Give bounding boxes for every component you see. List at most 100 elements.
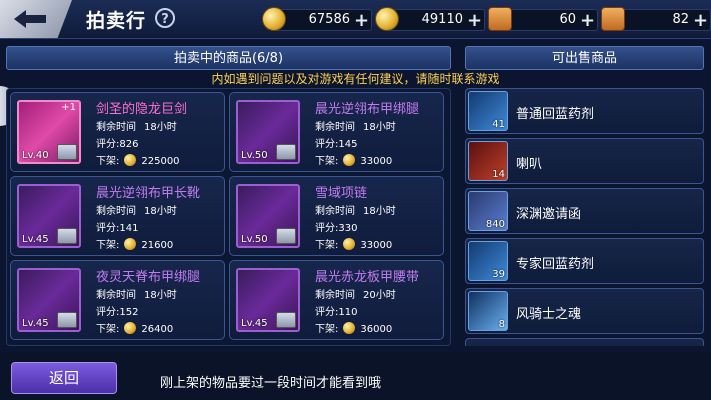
sellable-item[interactable]: 840 深渊邀请函 bbox=[465, 188, 704, 234]
score-value: 330 bbox=[338, 223, 358, 234]
score-label: 评分: bbox=[315, 139, 339, 150]
time-value: 18小时 bbox=[363, 206, 396, 217]
add-scroll-button[interactable]: + bbox=[580, 10, 595, 31]
score-label: 评分: bbox=[96, 139, 120, 150]
item-price-row: 下架: 21600 bbox=[96, 236, 173, 251]
sellable-item[interactable]: 39 专家回蓝药剂 bbox=[465, 238, 704, 284]
item-name: 晨光赤龙板甲腰带 bbox=[315, 270, 420, 285]
item-level: Lv.45 bbox=[22, 318, 49, 329]
item-name: 剑圣的隐龙巨剑 bbox=[96, 102, 188, 117]
item-time-row: 剩余时间 18小时 bbox=[96, 118, 177, 133]
time-label: 剩余时间 bbox=[96, 122, 136, 133]
add-locked-scroll-button[interactable]: + bbox=[693, 10, 708, 31]
item-time-row: 剩余时间 18小时 bbox=[96, 286, 177, 301]
sellable-item-name: 喇叭 bbox=[516, 157, 543, 172]
item-score-row: 评分:826 bbox=[96, 135, 138, 150]
item-thumbnail: +1 Lv.40 bbox=[17, 100, 81, 164]
item-score-row: 评分:145 bbox=[315, 135, 357, 150]
price-label: 下架: bbox=[96, 156, 120, 167]
sellable-item-name: 普通回蓝药剂 bbox=[516, 107, 595, 122]
price-value: 36000 bbox=[360, 324, 393, 335]
time-value: 20小时 bbox=[363, 290, 396, 301]
sellable-item-icon: 41 bbox=[468, 91, 508, 131]
auction-item-card[interactable]: +1 Lv.40 剑圣的隐龙巨剑 剩余时间 18小时 评分:826 下架: 225000 bbox=[10, 92, 225, 172]
sellable-panel-title: 可出售商品 bbox=[465, 46, 704, 70]
score-value: 145 bbox=[338, 139, 358, 150]
item-level: Lv.45 bbox=[241, 318, 268, 329]
item-time-row: 剩余时间 20小时 bbox=[315, 286, 396, 301]
scroll-ticket-icon bbox=[488, 7, 512, 31]
gold-coin-stack-icon bbox=[375, 7, 399, 31]
item-thumbnail: Lv.45 bbox=[236, 268, 300, 332]
currency-value: 82 bbox=[672, 12, 689, 27]
page-title: 拍卖行 bbox=[86, 10, 147, 32]
item-name: 晨光逆翎布甲长靴 bbox=[96, 186, 201, 201]
currency-value: 67586 bbox=[308, 12, 350, 27]
time-value: 18小时 bbox=[363, 122, 396, 133]
time-label: 剩余时间 bbox=[96, 290, 136, 301]
item-price-row: 下架: 225000 bbox=[96, 152, 180, 167]
item-count: 41 bbox=[492, 119, 505, 130]
back-arrow-button[interactable] bbox=[0, 0, 72, 38]
chest-icon bbox=[57, 312, 77, 328]
time-value: 18小时 bbox=[144, 206, 177, 217]
sellable-item-icon: 14 bbox=[468, 141, 508, 181]
sellable-item-partial[interactable] bbox=[465, 338, 704, 346]
auction-item-card[interactable]: Lv.50 雪域项链 剩余时间 18小时 评分:330 下架: 33000 bbox=[229, 176, 444, 256]
sellable-item[interactable]: 14 喇叭 bbox=[465, 138, 704, 184]
back-arrow-icon bbox=[14, 10, 46, 28]
chest-icon bbox=[276, 312, 296, 328]
locked-scroll-icon bbox=[601, 7, 625, 31]
item-enhance-level: +1 bbox=[61, 102, 76, 113]
time-value: 18小时 bbox=[144, 290, 177, 301]
item-thumbnail: Lv.45 bbox=[17, 184, 81, 248]
auction-item-card[interactable]: Lv.45 夜灵天脊布甲绑腿 剩余时间 18小时 评分:152 下架: 26400 bbox=[10, 260, 225, 340]
gold-coin-icon bbox=[124, 238, 137, 250]
gold-coin-icon bbox=[343, 322, 356, 334]
price-value: 33000 bbox=[360, 156, 393, 167]
auction-item-card[interactable]: Lv.45 晨光逆翎布甲长靴 剩余时间 18小时 评分:141 下架: 21600 bbox=[10, 176, 225, 256]
score-label: 评分: bbox=[315, 223, 339, 234]
item-time-row: 剩余时间 18小时 bbox=[315, 118, 396, 133]
price-label: 下架: bbox=[96, 324, 120, 335]
item-name: 雪域项链 bbox=[315, 186, 368, 201]
sellable-item-icon: 8 bbox=[468, 291, 508, 331]
sellable-item[interactable]: 41 普通回蓝药剂 bbox=[465, 88, 704, 134]
item-thumbnail: Lv.50 bbox=[236, 100, 300, 164]
sellable-item[interactable]: 8 风骑士之魂 bbox=[465, 288, 704, 334]
chest-icon bbox=[57, 228, 77, 244]
sellable-list: 41 普通回蓝药剂 14 喇叭 840 深渊邀请函 39 专家回蓝药剂 8 风骑士之魂 bbox=[465, 88, 704, 346]
auction-item-card[interactable]: Lv.45 晨光赤龙板甲腰带 剩余时间 20小时 评分:110 下架: 36000 bbox=[229, 260, 444, 340]
auction-panel-title: 拍卖中的商品(6/8) bbox=[6, 46, 451, 70]
currency-value: 60 bbox=[559, 12, 576, 27]
item-level: Lv.45 bbox=[22, 234, 49, 245]
footer-message: 刚上架的物品要过一段时间才能看到哦 bbox=[160, 376, 382, 391]
score-label: 评分: bbox=[96, 307, 120, 318]
return-button[interactable]: 返回 bbox=[11, 362, 117, 394]
item-count: 840 bbox=[485, 219, 505, 230]
auction-item-card[interactable]: Lv.50 晨光逆翎布甲绑腿 剩余时间 18小时 评分:145 下架: 33000 bbox=[229, 92, 444, 172]
sellable-item-name: 风骑士之魂 bbox=[516, 307, 582, 322]
score-value: 826 bbox=[119, 139, 139, 150]
time-label: 剩余时间 bbox=[315, 206, 355, 217]
add-gold-stack-button[interactable]: + bbox=[467, 10, 482, 31]
time-label: 剩余时间 bbox=[96, 206, 136, 217]
score-value: 152 bbox=[119, 307, 139, 318]
item-name: 夜灵天脊布甲绑腿 bbox=[96, 270, 201, 285]
item-score-row: 评分:110 bbox=[315, 303, 357, 318]
add-gold-button[interactable]: + bbox=[354, 10, 369, 31]
gold-coin-icon bbox=[343, 154, 356, 166]
scrolling-notice: 内如遇到问题以及对游戏有任何建议，请随时联系游戏 bbox=[211, 72, 500, 86]
price-label: 下架: bbox=[315, 324, 339, 335]
item-count: 14 bbox=[492, 169, 505, 180]
item-name: 晨光逆翎布甲绑腿 bbox=[315, 102, 420, 117]
sellable-item-name: 深渊邀请函 bbox=[516, 207, 582, 222]
item-price-row: 下架: 33000 bbox=[315, 236, 392, 251]
gold-coin-icon bbox=[262, 7, 286, 31]
item-score-row: 评分:152 bbox=[96, 303, 138, 318]
price-label: 下架: bbox=[315, 240, 339, 251]
item-time-row: 剩余时间 18小时 bbox=[315, 202, 396, 217]
sellable-item-icon: 840 bbox=[468, 191, 508, 231]
help-icon[interactable]: ? bbox=[155, 8, 175, 28]
top-bar: 拍卖行 ? 67586 + 49110 + 60 + 82 + bbox=[0, 0, 711, 39]
